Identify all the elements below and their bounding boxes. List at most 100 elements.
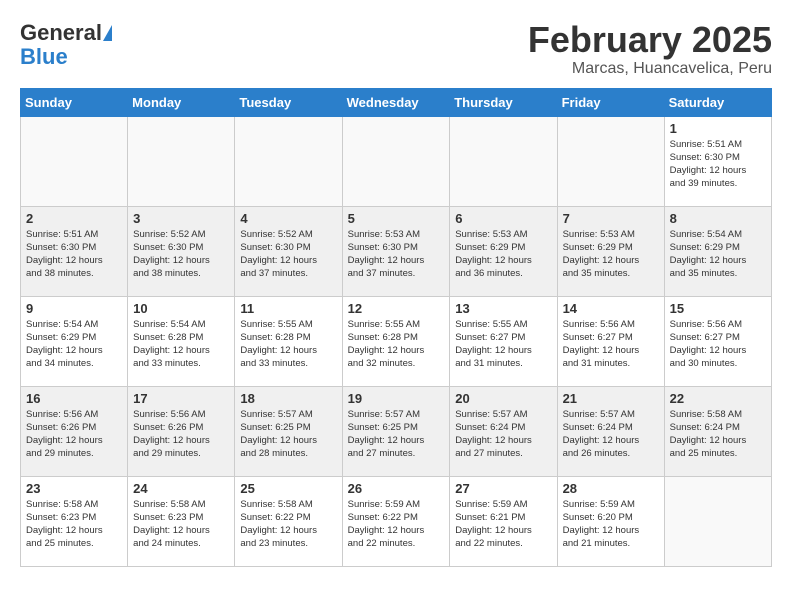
day-number: 12 — [348, 301, 445, 316]
weekday-header-tuesday: Tuesday — [235, 88, 342, 116]
day-number: 1 — [670, 121, 766, 136]
calendar-cell: 2 Sunrise: 5:51 AM Sunset: 6:30 PM Daylig… — [21, 206, 128, 296]
day-number: 21 — [563, 391, 659, 406]
day-number: 22 — [670, 391, 766, 406]
day-number: 13 — [455, 301, 551, 316]
day-number: 19 — [348, 391, 445, 406]
day-info: Sunrise: 5:55 AM Sunset: 6:28 PM Dayligh… — [240, 318, 336, 371]
weekday-header-sunday: Sunday — [21, 88, 128, 116]
weekday-header-monday: Monday — [128, 88, 235, 116]
logo-blue: Blue — [20, 46, 68, 68]
calendar-cell: 6Sunrise: 5:53 AM Sunset: 6:29 PM Daylig… — [450, 206, 557, 296]
day-number: 5 — [348, 211, 445, 226]
day-number: 10 — [133, 301, 229, 316]
day-number: 17 — [133, 391, 229, 406]
calendar-cell: 9 Sunrise: 5:54 AM Sunset: 6:29 PM Daylig… — [21, 296, 128, 386]
calendar-cell: 19 Sunrise: 5:57 AM Sunset: 6:25 PM Dayli… — [342, 386, 450, 476]
calendar-cell: 11 Sunrise: 5:55 AM Sunset: 6:28 PM Dayli… — [235, 296, 342, 386]
day-info: Sunrise: 5:57 AM Sunset: 6:25 PM Dayligh… — [240, 408, 336, 461]
day-info: Sunrise: 5:52 AM Sunset: 6:30 PM Dayligh… — [133, 228, 229, 281]
day-number: 8 — [670, 211, 766, 226]
week-row-4: 16 Sunrise: 5:56 AM Sunset: 6:26 PM Dayli… — [21, 386, 772, 476]
day-info: Sunrise: 5:55 AM Sunset: 6:27 PM Dayligh… — [455, 318, 551, 371]
day-info: Sunrise: 5:56 AM Sunset: 6:26 PM Dayligh… — [26, 408, 122, 461]
calendar-cell: 28 Sunrise: 5:59 AM Sunset: 6:20 PM Dayli… — [557, 476, 664, 566]
day-number: 3 — [133, 211, 229, 226]
day-number: 16 — [26, 391, 122, 406]
day-info: Sunrise: 5:58 AM Sunset: 6:23 PM Dayligh… — [133, 498, 229, 551]
day-info: Sunrise: 5:59 AM Sunset: 6:21 PM Dayligh… — [455, 498, 551, 551]
day-info: Sunrise: 5:59 AM Sunset: 6:20 PM Dayligh… — [563, 498, 659, 551]
day-info: Sunrise: 5:57 AM Sunset: 6:25 PM Dayligh… — [348, 408, 445, 461]
day-info: Sunrise: 5:56 AM Sunset: 6:26 PM Dayligh… — [133, 408, 229, 461]
calendar-cell — [450, 116, 557, 206]
title-block: February 2025 Marcas, Huancavelica, Peru — [528, 20, 772, 78]
calendar-cell: 23 Sunrise: 5:58 AM Sunset: 6:23 PM Dayli… — [21, 476, 128, 566]
day-number: 23 — [26, 481, 122, 496]
day-info: Sunrise: 5:51 AM Sunset: 6:30 PM Dayligh… — [26, 228, 122, 281]
day-number: 9 — [26, 301, 122, 316]
calendar-cell — [235, 116, 342, 206]
calendar-cell: 21 Sunrise: 5:57 AM Sunset: 6:24 PM Dayli… — [557, 386, 664, 476]
day-info: Sunrise: 5:56 AM Sunset: 6:27 PM Dayligh… — [563, 318, 659, 371]
day-number: 2 — [26, 211, 122, 226]
day-info: Sunrise: 5:53 AM Sunset: 6:30 PM Dayligh… — [348, 228, 445, 281]
day-number: 24 — [133, 481, 229, 496]
day-info: Sunrise: 5:57 AM Sunset: 6:24 PM Dayligh… — [563, 408, 659, 461]
week-row-2: 2 Sunrise: 5:51 AM Sunset: 6:30 PM Daylig… — [21, 206, 772, 296]
day-info: Sunrise: 5:56 AM Sunset: 6:27 PM Dayligh… — [670, 318, 766, 371]
day-info: Sunrise: 5:51 AM Sunset: 6:30 PM Dayligh… — [670, 138, 766, 191]
calendar-cell: 7Sunrise: 5:53 AM Sunset: 6:29 PM Daylig… — [557, 206, 664, 296]
day-info: Sunrise: 5:58 AM Sunset: 6:22 PM Dayligh… — [240, 498, 336, 551]
calendar-cell: 25 Sunrise: 5:58 AM Sunset: 6:22 PM Dayli… — [235, 476, 342, 566]
week-row-5: 23 Sunrise: 5:58 AM Sunset: 6:23 PM Dayli… — [21, 476, 772, 566]
day-info: Sunrise: 5:58 AM Sunset: 6:24 PM Dayligh… — [670, 408, 766, 461]
calendar-cell — [664, 476, 771, 566]
calendar-cell: 22 Sunrise: 5:58 AM Sunset: 6:24 PM Dayli… — [664, 386, 771, 476]
day-number: 11 — [240, 301, 336, 316]
day-info: Sunrise: 5:59 AM Sunset: 6:22 PM Dayligh… — [348, 498, 445, 551]
day-number: 7 — [563, 211, 659, 226]
calendar-cell: 17 Sunrise: 5:56 AM Sunset: 6:26 PM Dayli… — [128, 386, 235, 476]
month-title: February 2025 — [528, 20, 772, 60]
day-number: 6 — [455, 211, 551, 226]
day-number: 15 — [670, 301, 766, 316]
location: Marcas, Huancavelica, Peru — [528, 60, 772, 78]
weekday-header-friday: Friday — [557, 88, 664, 116]
day-info: Sunrise: 5:55 AM Sunset: 6:28 PM Dayligh… — [348, 318, 445, 371]
calendar-cell — [128, 116, 235, 206]
day-number: 14 — [563, 301, 659, 316]
day-number: 26 — [348, 481, 445, 496]
week-row-1: 1 Sunrise: 5:51 AM Sunset: 6:30 PM Daylig… — [21, 116, 772, 206]
week-row-3: 9 Sunrise: 5:54 AM Sunset: 6:29 PM Daylig… — [21, 296, 772, 386]
calendar-cell: 27 Sunrise: 5:59 AM Sunset: 6:21 PM Dayli… — [450, 476, 557, 566]
day-info: Sunrise: 5:54 AM Sunset: 6:28 PM Dayligh… — [133, 318, 229, 371]
day-info: Sunrise: 5:57 AM Sunset: 6:24 PM Dayligh… — [455, 408, 551, 461]
day-info: Sunrise: 5:52 AM Sunset: 6:30 PM Dayligh… — [240, 228, 336, 281]
calendar-cell: 4 Sunrise: 5:52 AM Sunset: 6:30 PM Daylig… — [235, 206, 342, 296]
logo-general: General — [20, 20, 102, 46]
calendar-cell: 14 Sunrise: 5:56 AM Sunset: 6:27 PM Dayli… — [557, 296, 664, 386]
weekday-header-wednesday: Wednesday — [342, 88, 450, 116]
calendar-cell: 3 Sunrise: 5:52 AM Sunset: 6:30 PM Daylig… — [128, 206, 235, 296]
calendar-cell: 13 Sunrise: 5:55 AM Sunset: 6:27 PM Dayli… — [450, 296, 557, 386]
weekday-header-thursday: Thursday — [450, 88, 557, 116]
day-number: 27 — [455, 481, 551, 496]
day-info: Sunrise: 5:58 AM Sunset: 6:23 PM Dayligh… — [26, 498, 122, 551]
calendar-cell: 15 Sunrise: 5:56 AM Sunset: 6:27 PM Dayli… — [664, 296, 771, 386]
day-info: Sunrise: 5:54 AM Sunset: 6:29 PM Dayligh… — [26, 318, 122, 371]
calendar-cell: 12 Sunrise: 5:55 AM Sunset: 6:28 PM Dayli… — [342, 296, 450, 386]
day-number: 25 — [240, 481, 336, 496]
calendar-table: SundayMondayTuesdayWednesdayThursdayFrid… — [20, 88, 772, 567]
weekday-header-saturday: Saturday — [664, 88, 771, 116]
day-number: 4 — [240, 211, 336, 226]
page-header: General Blue February 2025 Marcas, Huanc… — [20, 20, 772, 78]
day-number: 18 — [240, 391, 336, 406]
calendar-cell: 8Sunrise: 5:54 AM Sunset: 6:29 PM Daylig… — [664, 206, 771, 296]
day-number: 20 — [455, 391, 551, 406]
calendar-cell — [342, 116, 450, 206]
calendar-cell: 18 Sunrise: 5:57 AM Sunset: 6:25 PM Dayli… — [235, 386, 342, 476]
calendar-cell: 20 Sunrise: 5:57 AM Sunset: 6:24 PM Dayli… — [450, 386, 557, 476]
calendar-cell: 26 Sunrise: 5:59 AM Sunset: 6:22 PM Dayli… — [342, 476, 450, 566]
day-number: 28 — [563, 481, 659, 496]
